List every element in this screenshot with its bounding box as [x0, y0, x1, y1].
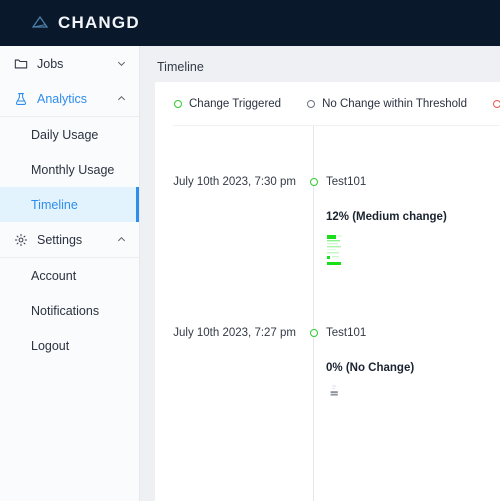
status-legend: Change Triggered No Change within Thresh…	[155, 82, 500, 110]
sidebar-item-label: Account	[31, 268, 77, 283]
timeline-entry-time: July 10th 2023, 7:30 pm	[173, 176, 296, 188]
status-dot-green-icon	[174, 100, 182, 108]
sidebar-item-jobs[interactable]: Jobs	[0, 46, 139, 81]
app-root: CHANGD Jobs Analytics Daily Usage Monthl…	[0, 0, 500, 501]
timeline-entry-name: Test101	[326, 327, 367, 339]
legend-item-change-triggered[interactable]: Change Triggered	[174, 98, 281, 110]
gear-icon	[14, 233, 28, 246]
sidebar-item-settings[interactable]: Settings	[0, 222, 139, 257]
sidebar: Jobs Analytics Daily Usage Monthly Usage	[0, 46, 140, 501]
legend-label: Change Triggered	[189, 98, 282, 110]
triangle-mark-icon	[31, 15, 49, 28]
legend-item-no-change[interactable]: No Change within Threshold	[307, 98, 467, 110]
timeline-entry-change: 12% (Medium change)	[326, 211, 447, 223]
grey-diff-thumbnail[interactable]	[326, 384, 348, 400]
timeline-entry[interactable]: July 10th 2023, 7:30 pm Test101 12% (Med…	[155, 174, 500, 269]
green-diff-thumbnail[interactable]	[326, 233, 348, 269]
top-bar: CHANGD	[0, 0, 500, 46]
folder-icon	[14, 59, 28, 68]
timeline-entry-marker	[305, 325, 322, 337]
sidebar-item-label: Notifications	[31, 303, 100, 318]
chevron-up-icon[interactable]	[117, 235, 126, 244]
sidebar-item-daily-usage[interactable]: Daily Usage	[0, 117, 139, 152]
timeline-entry[interactable]: July 10th 2023, 7:27 pm Test101 0% (No C…	[155, 325, 500, 400]
sidebar-item-logout[interactable]: Logout	[0, 328, 139, 363]
main-content: Timeline Change Triggered No Change with…	[140, 46, 500, 501]
sidebar-item-label: Settings	[37, 232, 83, 247]
timeline-entry-name: Test101	[326, 176, 367, 188]
sidebar-item-label: Logout	[31, 338, 70, 353]
sidebar-item-monthly-usage[interactable]: Monthly Usage	[0, 152, 139, 187]
status-dot-grey-icon	[307, 100, 316, 108]
timeline-entry-body: Test101 12% (Medium change)	[322, 174, 447, 269]
sidebar-item-account[interactable]: Account	[0, 258, 139, 293]
sidebar-item-label: Monthly Usage	[31, 162, 115, 177]
chevron-down-icon[interactable]	[117, 59, 126, 68]
timeline-entry-body: Test101 0% (No Change)	[322, 325, 414, 400]
page-title: Timeline	[157, 60, 204, 74]
status-dot-red-icon	[492, 100, 500, 108]
sidebar-item-label: Daily Usage	[31, 127, 99, 142]
timeline-entry-time: July 10th 2023, 7:27 pm	[173, 327, 296, 339]
status-dot-green-icon	[309, 329, 318, 337]
status-dot-green-icon	[309, 178, 318, 186]
sidebar-item-label: Timeline	[31, 197, 78, 212]
timeline-card: Change Triggered No Change within Thresh…	[155, 82, 500, 501]
brand-name: CHANGD	[58, 13, 140, 32]
legend-label: No Change within Threshold	[322, 98, 467, 110]
chevron-up-icon[interactable]	[117, 94, 126, 103]
sidebar-item-analytics[interactable]: Analytics	[0, 81, 139, 116]
sidebar-item-label: Analytics	[37, 91, 88, 106]
timeline-entry-change: 0% (No Change)	[326, 362, 415, 374]
timeline-entry-marker	[305, 174, 322, 186]
brand-logo[interactable]: CHANGD	[30, 13, 140, 33]
sidebar-item-timeline[interactable]: Timeline	[0, 187, 139, 222]
timeline-list: July 10th 2023, 7:30 pm Test101 12% (Med…	[155, 126, 500, 501]
flask-icon	[15, 92, 27, 105]
sidebar-item-notifications[interactable]: Notifications	[0, 293, 139, 328]
sidebar-item-label: Jobs	[37, 56, 64, 71]
legend-item-error[interactable]: Error	[492, 98, 500, 110]
